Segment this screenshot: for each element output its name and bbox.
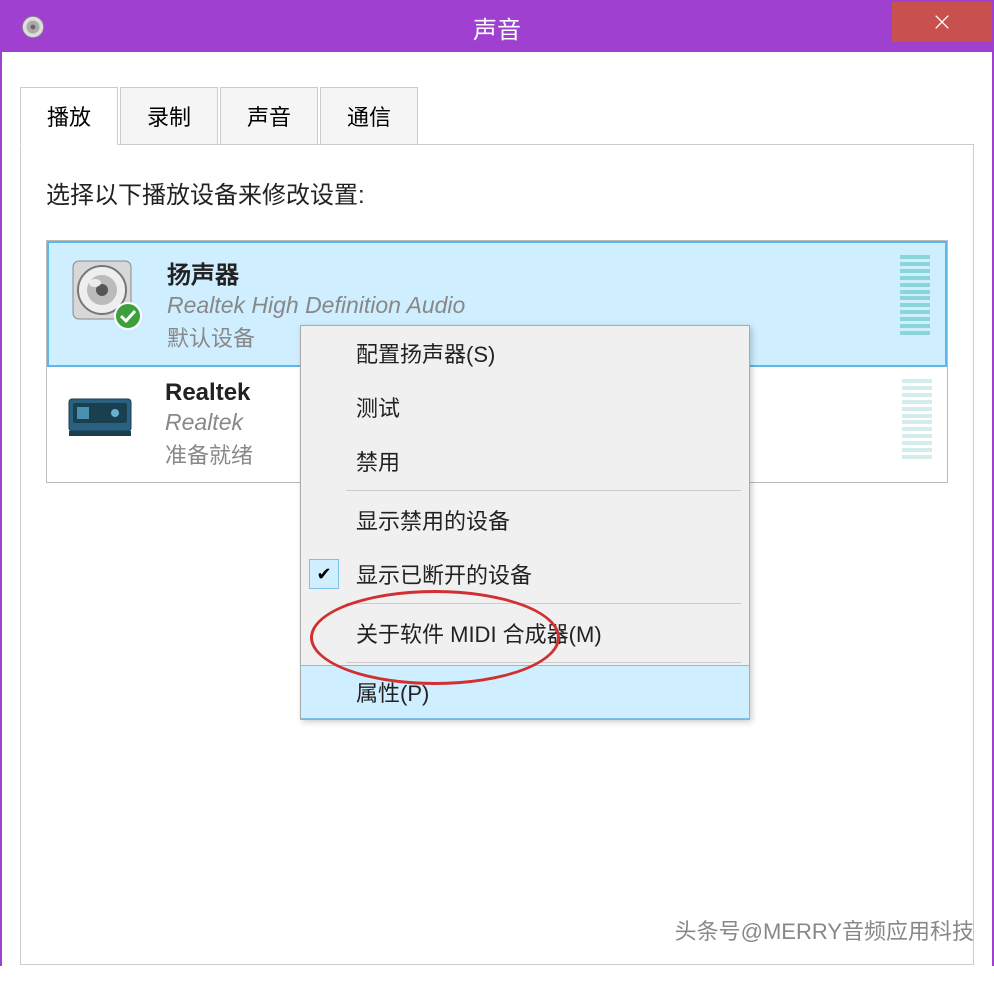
speaker-icon xyxy=(67,255,137,325)
tab-playback[interactable]: 播放 xyxy=(20,87,118,146)
tab-communications[interactable]: 通信 xyxy=(320,87,418,144)
app-icon xyxy=(17,11,49,43)
menu-item-show-disabled[interactable]: 显示禁用的设备 xyxy=(301,493,749,547)
close-icon xyxy=(933,13,951,31)
menu-item-about-midi[interactable]: 关于软件 MIDI 合成器(M) xyxy=(301,606,749,660)
menu-item-properties[interactable]: 属性(P) xyxy=(301,665,749,719)
tab-bar: 播放 录制 声音 通信 xyxy=(20,87,974,145)
menu-divider xyxy=(346,603,741,604)
menu-item-show-disconnected[interactable]: ✔ 显示已断开的设备 xyxy=(301,547,749,601)
device-subtitle: Realtek High Definition Audio xyxy=(167,292,927,319)
window-title: 声音 xyxy=(473,10,521,45)
instruction-text: 选择以下播放设备来修改设置: xyxy=(46,175,948,210)
digital-output-icon xyxy=(65,379,135,449)
menu-divider xyxy=(346,662,741,663)
menu-item-test[interactable]: 测试 xyxy=(301,380,749,434)
tab-sounds[interactable]: 声音 xyxy=(220,87,318,144)
device-name: 扬声器 xyxy=(167,255,927,290)
menu-item-configure-speakers[interactable]: 配置扬声器(S) xyxy=(301,326,749,380)
level-meter xyxy=(902,379,932,459)
menu-item-label: 显示已断开的设备 xyxy=(356,563,532,588)
level-meter xyxy=(900,255,930,335)
default-check-icon xyxy=(113,301,143,331)
menu-item-disable[interactable]: 禁用 xyxy=(301,434,749,488)
context-menu: 配置扬声器(S) 测试 禁用 显示禁用的设备 ✔ 显示已断开的设备 关于软件 M… xyxy=(300,325,750,720)
close-button[interactable] xyxy=(892,2,992,42)
menu-divider xyxy=(346,490,741,491)
title-bar[interactable]: 声音 xyxy=(2,2,992,52)
sound-dialog-window: 声音 播放 录制 声音 通信 选择以下播放设备来修改设置: xyxy=(0,0,994,966)
check-icon: ✔ xyxy=(309,559,339,589)
tab-recording[interactable]: 录制 xyxy=(120,87,218,144)
